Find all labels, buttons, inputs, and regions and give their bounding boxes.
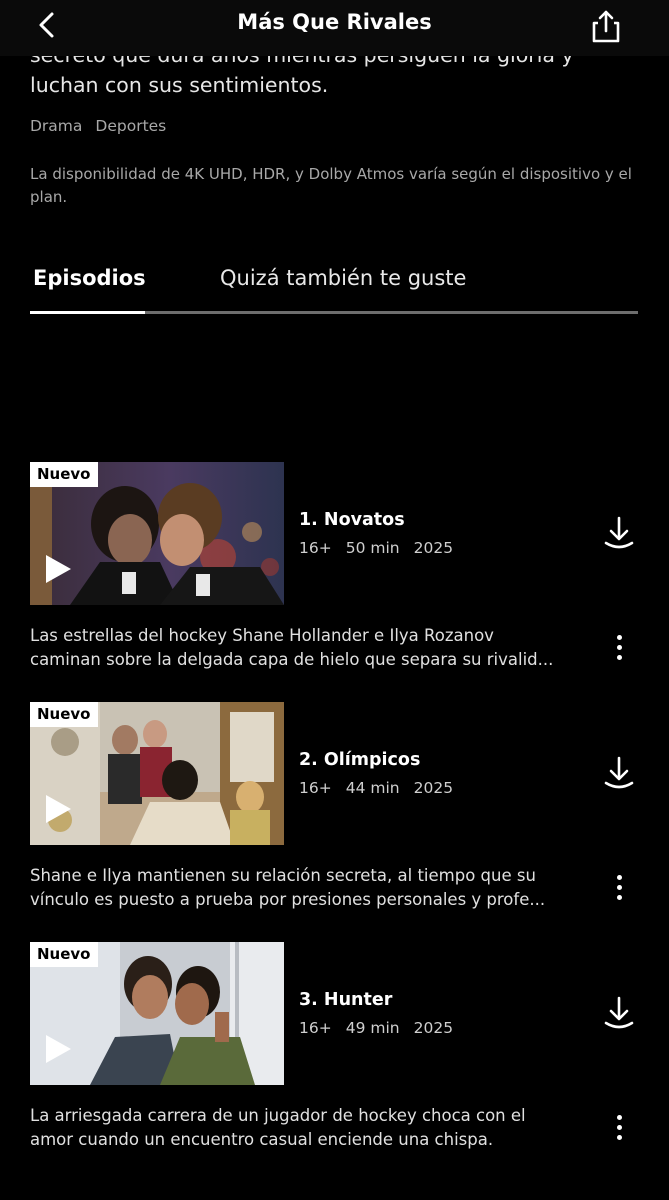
- tab-episodes[interactable]: Episodios: [33, 266, 146, 290]
- genre-tag: Drama: [30, 117, 83, 135]
- age-rating: 16+: [299, 539, 332, 557]
- more-options-button[interactable]: [609, 1112, 629, 1144]
- episode-year: 2025: [413, 1019, 454, 1037]
- new-badge: Nuevo: [30, 942, 98, 967]
- download-button[interactable]: [600, 754, 638, 792]
- episode-row: Nuevo 1. Novatos 16+ 50 min 2025 Las est…: [0, 462, 669, 682]
- episode-meta: 16+ 49 min 2025: [299, 1019, 453, 1037]
- top-bar: Más Que Rivales: [0, 0, 669, 56]
- episode-row: Nuevo 3. Hunter 16+ 49 min 2025 La arrie…: [0, 942, 669, 1162]
- episode-title[interactable]: 2. Olímpicos: [299, 750, 420, 770]
- download-button[interactable]: [600, 994, 638, 1032]
- share-icon: [592, 10, 620, 43]
- episode-row: Nuevo 2. Olímpicos 16+ 44 min 2025 Shane…: [0, 702, 669, 922]
- availability-note: La disponibilidad de 4K UHD, HDR, y Dolb…: [30, 165, 632, 206]
- episode-duration: 50 min: [345, 539, 400, 557]
- tab-bar: Episodios Quizá también te guste: [30, 262, 638, 314]
- play-icon: [46, 795, 71, 823]
- download-icon: [604, 996, 634, 1029]
- episode-description: La arriesgada carrera de un jugador de h…: [30, 1104, 575, 1152]
- description-line: amor cuando un encuentro casual enciende…: [30, 1130, 494, 1149]
- more-options-button[interactable]: [609, 872, 629, 904]
- episode-thumbnail[interactable]: Nuevo: [30, 702, 284, 845]
- episode-year: 2025: [413, 539, 454, 557]
- age-rating: 16+: [299, 1019, 332, 1037]
- episode-duration: 49 min: [345, 1019, 400, 1037]
- download-button[interactable]: [600, 514, 638, 552]
- synopsis-line: luchan con sus sentimientos.: [30, 73, 329, 97]
- download-icon: [604, 756, 634, 789]
- tab-selected-indicator: [30, 311, 145, 314]
- play-icon: [46, 1035, 71, 1063]
- more-vertical-icon: [609, 635, 629, 660]
- description-line: caminan sobre la delgada capa de hielo q…: [30, 650, 554, 669]
- more-options-button[interactable]: [609, 632, 629, 664]
- more-vertical-icon: [609, 875, 629, 900]
- episode-title[interactable]: 3. Hunter: [299, 990, 392, 1010]
- episode-thumbnail[interactable]: Nuevo: [30, 942, 284, 1085]
- more-vertical-icon: [609, 1115, 629, 1140]
- genre-list: Drama Deportes: [30, 117, 166, 135]
- genre-tag: Deportes: [95, 117, 167, 135]
- description-line: Las estrellas del hockey Shane Hollander…: [30, 626, 494, 645]
- episode-description: Shane e Ilya mantienen su relación secre…: [30, 864, 575, 912]
- new-badge: Nuevo: [30, 462, 98, 487]
- tab-more-like-this[interactable]: Quizá también te guste: [220, 266, 466, 290]
- description-line: Shane e Ilya mantienen su relación secre…: [30, 866, 536, 885]
- new-badge: Nuevo: [30, 702, 98, 727]
- description-line: vínculo es puesto a prueba por presiones…: [30, 890, 546, 909]
- episode-title[interactable]: 1. Novatos: [299, 510, 405, 530]
- share-button[interactable]: [584, 6, 628, 46]
- download-icon: [604, 516, 634, 549]
- page-title: Más Que Rivales: [237, 10, 432, 34]
- description-line: La arriesgada carrera de un jugador de h…: [30, 1106, 526, 1125]
- episode-duration: 44 min: [345, 779, 400, 797]
- play-icon: [46, 555, 71, 583]
- age-rating: 16+: [299, 779, 332, 797]
- episode-thumbnail[interactable]: Nuevo: [30, 462, 284, 605]
- episode-meta: 16+ 44 min 2025: [299, 779, 453, 797]
- episode-year: 2025: [413, 779, 454, 797]
- episode-meta: 16+ 50 min 2025: [299, 539, 453, 557]
- episode-description: Las estrellas del hockey Shane Hollander…: [30, 624, 575, 672]
